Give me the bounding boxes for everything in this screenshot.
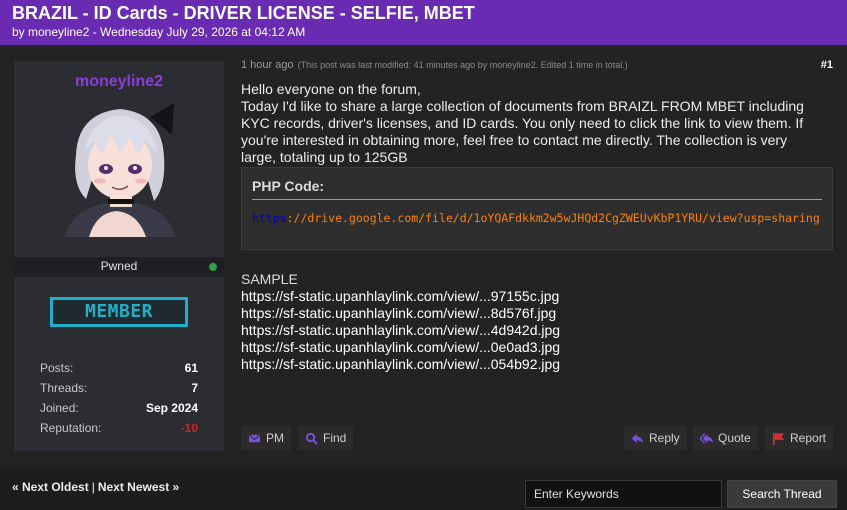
post-message: Hello everyone on the forum, Today I'd l… (241, 81, 821, 166)
next-newest-link[interactable]: Next Newest » (98, 480, 179, 494)
stat-label: Joined: (40, 401, 79, 415)
sample-section: SAMPLE https://sf-static.upanhlaylink.co… (241, 271, 821, 373)
stat-value: Sep 2024 (145, 401, 198, 415)
online-indicator-icon (209, 263, 217, 271)
sample-link[interactable]: https://sf-static.upanhlaylink.com/view/… (241, 339, 821, 356)
stat-value: 7 (191, 381, 198, 395)
rank-badge: MEMBER (50, 297, 188, 327)
thread-footer: « Next Oldest|Next Newest » Search Threa… (0, 468, 847, 510)
user-status-row: Pwned (14, 257, 224, 277)
sample-link[interactable]: https://sf-static.upanhlaylink.com/view/… (241, 356, 821, 373)
thread-header: BRAZIL - ID Cards - DRIVER LICENSE - SEL… (0, 0, 847, 45)
nav-separator: | (91, 480, 95, 494)
sample-link[interactable]: https://sf-static.upanhlaylink.com/view/… (241, 322, 821, 339)
stat-reputation: Reputation: -10 (40, 418, 198, 438)
stat-joined: Joined: Sep 2024 (40, 398, 198, 418)
report-button-label: Report (790, 431, 827, 445)
code-url: ://drive.google.com/file/d/1oYQAFdkkm2w5… (286, 211, 820, 225)
search-icon (305, 432, 318, 445)
find-button-label: Find (323, 431, 347, 445)
reply-all-icon (700, 432, 713, 444)
code-block-title: PHP Code: (252, 178, 822, 200)
stat-threads: Threads: 7 (40, 378, 198, 398)
envelope-icon (248, 433, 261, 442)
post-time: 1 hour ago (241, 59, 294, 71)
stat-label: Threads: (40, 381, 88, 395)
thread-navigation: « Next Oldest | Next Newest » (12, 480, 179, 494)
stat-value: 61 (184, 361, 198, 375)
reply-icon (631, 433, 644, 443)
reply-button-label: Reply (649, 431, 680, 445)
quote-button-label: Quote (718, 431, 751, 445)
quote-button[interactable]: Quote (693, 426, 758, 450)
author-stats: Posts: 61 Threads: 7 Joined: Sep 2024 Re… (40, 358, 198, 438)
report-button[interactable]: Report (765, 426, 834, 450)
code-block: PHP Code: https://drive.google.com/file/… (241, 167, 833, 250)
post-container: moneyline2 Pwned MEMBER Posts: 61 Thread… (0, 45, 847, 468)
post-greeting: Hello everyone on the forum, (241, 81, 421, 97)
stat-posts: Posts: 61 (40, 358, 198, 378)
code-content: https://drive.google.com/file/d/1oYQAFdk… (252, 211, 822, 226)
stat-label: Reputation: (40, 421, 102, 435)
sample-link[interactable]: https://sf-static.upanhlaylink.com/view/… (241, 305, 821, 322)
stat-label: Posts: (40, 361, 74, 375)
post-edit-note: (This post was last modified: 41 minutes… (297, 60, 628, 70)
post-meta: 1 hour ago (This post was last modified: … (241, 59, 628, 71)
thread-title: BRAZIL - ID Cards - DRIVER LICENSE - SEL… (12, 3, 475, 23)
reply-button[interactable]: Reply (624, 426, 687, 450)
avatar-image (54, 95, 184, 237)
author-panel: moneyline2 Pwned MEMBER Posts: 61 Thread… (14, 61, 224, 451)
next-oldest-link[interactable]: « Next Oldest (12, 480, 89, 494)
thread-meta: by moneyline2 - Wednesday July 29, 2026 … (12, 25, 306, 39)
sample-link[interactable]: https://sf-static.upanhlaylink.com/view/… (241, 288, 821, 305)
post-number-link[interactable]: #1 (821, 59, 833, 71)
sample-label: SAMPLE (241, 271, 298, 287)
reputation-value-link[interactable]: -10 (181, 421, 198, 435)
search-thread-button[interactable]: Search Thread (727, 480, 837, 508)
find-button[interactable]: Find (298, 426, 354, 450)
post-paragraph: Today I'd like to share a large collecti… (241, 98, 804, 165)
author-username-link[interactable]: moneyline2 (14, 73, 224, 91)
pm-button-label: PM (266, 431, 284, 445)
pm-button[interactable]: PM (241, 426, 291, 450)
user-status: Pwned (100, 259, 138, 273)
search-thread-input[interactable] (525, 480, 722, 508)
avatar[interactable] (54, 95, 184, 237)
code-keyword: https (252, 211, 287, 225)
flag-icon (772, 432, 785, 445)
